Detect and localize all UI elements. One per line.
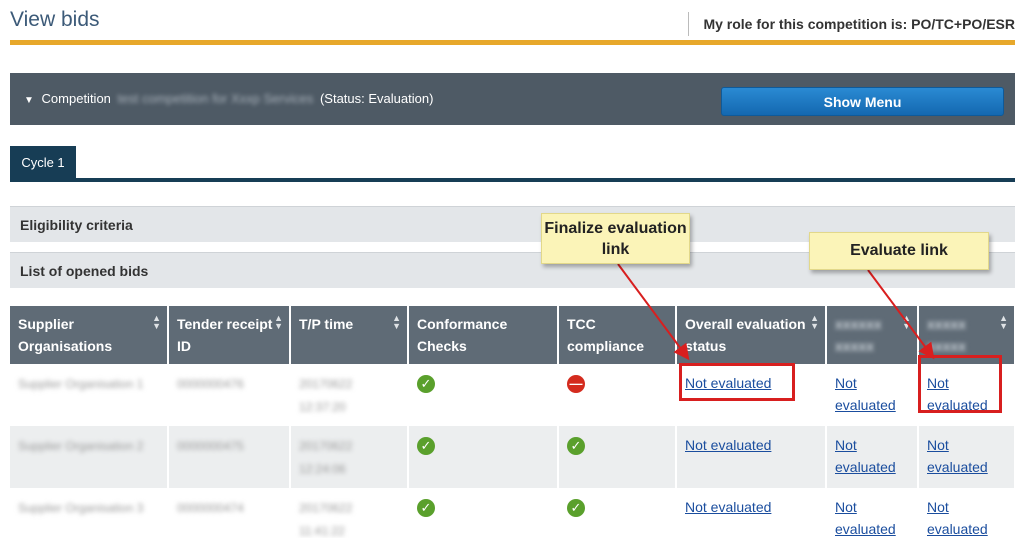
evaluation-cell-2: Not evaluated <box>918 426 1015 488</box>
competition-name: test competition for Xxxp Services <box>117 91 314 106</box>
tcc-cell: ✓ <box>558 488 677 538</box>
table-row: Supplier Organisation 3 0000000474 20170… <box>10 488 1015 538</box>
evaluate-link[interactable]: Not evaluated <box>835 499 896 537</box>
evaluate-callout: Evaluate link <box>809 232 989 270</box>
evaluation-cell-1: Not evaluated <box>826 364 919 426</box>
finalize-evaluation-link[interactable]: Not evaluated <box>685 437 771 453</box>
sort-icon: ▲ ▼ <box>274 313 283 331</box>
competition-bar: ▼ Competition test competition for Xxxp … <box>10 73 1015 125</box>
finalize-evaluation-link[interactable]: Not evaluated <box>685 499 771 515</box>
supplier-cell: Supplier Organisation 2 <box>10 426 169 488</box>
evaluate-highlight-box <box>918 355 1002 413</box>
sort-icon: ▲ ▼ <box>392 313 401 331</box>
supplier-cell: Supplier Organisation 1 <box>10 364 169 426</box>
tp-time-cell: 20170622 12:24:06 <box>290 426 409 488</box>
page-header: View bids My role for this competition i… <box>0 0 1015 45</box>
check-icon: ✓ <box>567 499 585 517</box>
conformance-cell: ✓ <box>408 426 559 488</box>
evaluation-cell-1: Not evaluated <box>826 426 919 488</box>
check-icon: ✓ <box>567 437 585 455</box>
evaluate-link[interactable]: Not evaluated <box>835 437 896 475</box>
column-header-tcc: TCC compliance <box>558 306 677 364</box>
page-title: View bids <box>10 8 100 31</box>
role-indicator: My role for this competition is: PO/TC+P… <box>688 12 1015 36</box>
check-icon: ✓ <box>417 437 435 455</box>
table-row: Supplier Organisation 2 0000000475 20170… <box>10 426 1015 488</box>
competition-label: Competition <box>41 91 111 106</box>
column-header-tp-time[interactable]: T/P time ▲ ▼ <box>290 306 409 364</box>
column-header-supplier[interactable]: Supplier Organisations ▲ ▼ <box>10 306 169 364</box>
evaluate-link[interactable]: Not evaluated <box>927 499 988 537</box>
header-divider <box>10 40 1015 45</box>
finalize-callout: Finalize evaluation link <box>541 213 690 264</box>
finalize-highlight-box <box>679 363 795 401</box>
receipt-id-cell: 0000000474 <box>168 488 291 538</box>
chevron-down-icon: ▼ <box>24 95 34 106</box>
evaluation-cell-2: Not evaluated <box>918 488 1015 538</box>
tab-cycle-1[interactable]: Cycle 1 <box>10 146 76 180</box>
column-header-conformance: Conformance Checks <box>408 306 559 364</box>
column-header-receipt-id[interactable]: Tender receipt ID ▲ ▼ <box>168 306 291 364</box>
check-icon: ✓ <box>417 375 435 393</box>
competition-toggle[interactable]: ▼ Competition test competition for Xxxp … <box>24 91 433 106</box>
column-header-overall-status[interactable]: Overall evaluation status ▲ ▼ <box>676 306 827 364</box>
show-menu-button[interactable]: Show Menu <box>721 87 1004 116</box>
tcc-cell: — <box>558 364 677 426</box>
tp-time-cell: 20170622 11:41:22 <box>290 488 409 538</box>
conformance-cell: ✓ <box>408 364 559 426</box>
sort-icon: ▲ ▼ <box>902 313 911 331</box>
overall-status-cell: Not evaluated <box>676 426 827 488</box>
overall-status-cell: Not evaluated <box>676 488 827 538</box>
tp-time-cell: 20170622 12:37:20 <box>290 364 409 426</box>
supplier-cell: Supplier Organisation 3 <box>10 488 169 538</box>
sort-icon: ▲ ▼ <box>999 313 1008 331</box>
tab-underline <box>10 178 1015 182</box>
bids-table: Supplier Organisations ▲ ▼ Tender receipt … <box>10 306 1015 538</box>
evaluate-link[interactable]: Not evaluated <box>927 437 988 475</box>
receipt-id-cell: 0000000476 <box>168 364 291 426</box>
evaluate-link[interactable]: Not evaluated <box>835 375 896 413</box>
column-header-redacted-1[interactable]: xxxxxx xxxxx ▲ ▼ <box>826 306 919 364</box>
evaluation-cell-1: Not evaluated <box>826 488 919 538</box>
check-icon: ✓ <box>417 499 435 517</box>
competition-status: (Status: Evaluation) <box>319 91 434 106</box>
no-entry-icon: — <box>567 375 585 393</box>
sort-icon: ▲ ▼ <box>152 313 161 331</box>
conformance-cell: ✓ <box>408 488 559 538</box>
sort-icon: ▲ ▼ <box>810 313 819 331</box>
tcc-cell: ✓ <box>558 426 677 488</box>
table-row: Supplier Organisation 1 0000000476 20170… <box>10 364 1015 426</box>
receipt-id-cell: 0000000475 <box>168 426 291 488</box>
table-header-row: Supplier Organisations ▲ ▼ Tender receipt … <box>10 306 1015 364</box>
